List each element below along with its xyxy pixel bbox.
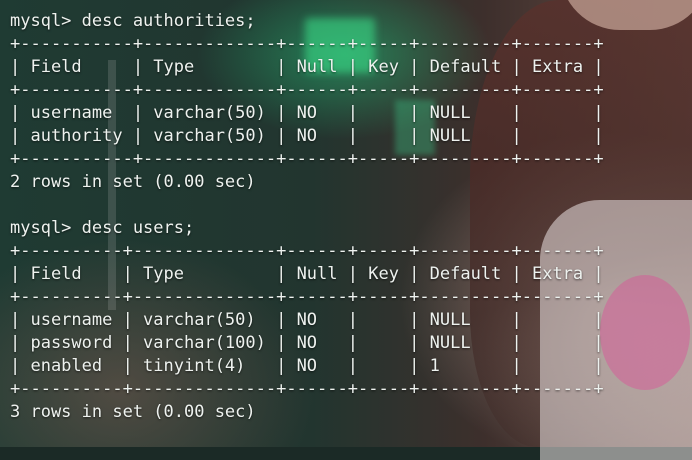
table-border: +-----------+-------------+------+-----+… xyxy=(10,34,604,54)
table-border: +-----------+-------------+------+-----+… xyxy=(10,80,604,100)
table-row: | enabled | tinyint(4) | NO | | 1 | | xyxy=(10,356,604,376)
table-row: | password | varchar(100) | NO | | NULL … xyxy=(10,333,604,353)
table-border: +----------+--------------+------+-----+… xyxy=(10,287,604,307)
table-header-row: | Field | Type | Null | Key | Default | … xyxy=(10,57,604,77)
terminal-output[interactable]: mysql> desc authorities; +-----------+--… xyxy=(10,10,692,447)
result-summary: 2 rows in set (0.00 sec) xyxy=(10,172,256,192)
table-header-row: | Field | Type | Null | Key | Default | … xyxy=(10,264,604,284)
table-border: +-----------+-------------+------+-----+… xyxy=(10,149,604,169)
table-row: | username | varchar(50) | NO | | NULL |… xyxy=(10,310,604,330)
table-row: | username | varchar(50) | NO | | NULL |… xyxy=(10,103,604,123)
terminal-line-prompt-authorities: mysql> desc authorities; xyxy=(10,11,256,31)
table-row: | authority | varchar(50) | NO | | NULL … xyxy=(10,126,604,146)
terminal-line-prompt-users: mysql> desc users; xyxy=(10,218,195,238)
table-border: +----------+--------------+------+-----+… xyxy=(10,241,604,261)
table-border: +----------+--------------+------+-----+… xyxy=(10,379,604,399)
result-summary: 3 rows in set (0.00 sec) xyxy=(10,402,256,422)
blank-line xyxy=(10,194,692,217)
